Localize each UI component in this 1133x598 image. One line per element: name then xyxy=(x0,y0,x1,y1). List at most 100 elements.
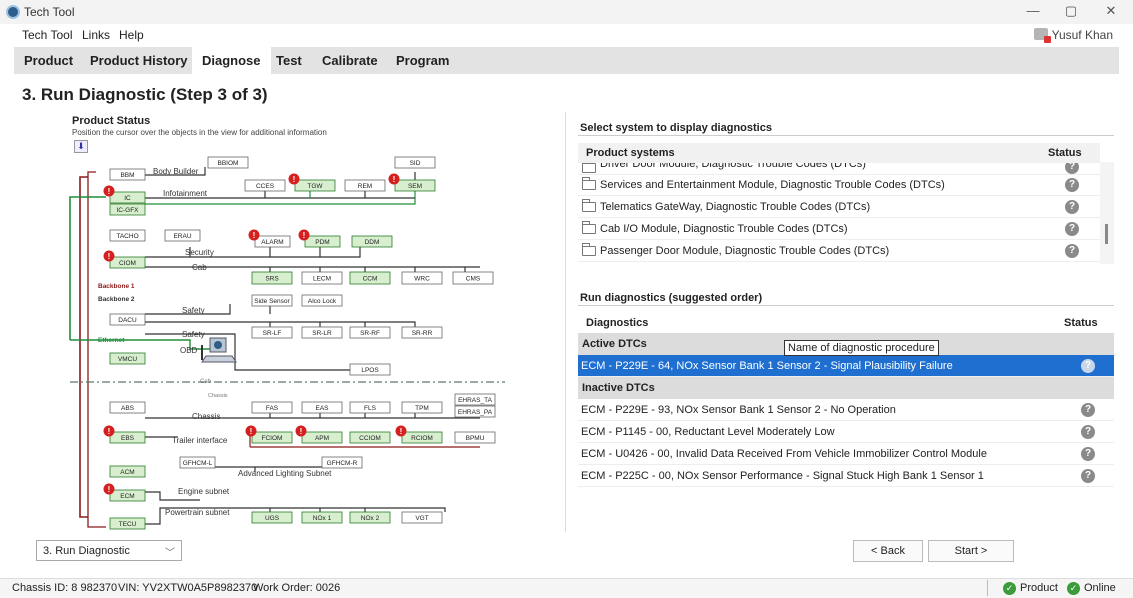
ecu-node-bbiom[interactable]: BBIOM xyxy=(207,156,249,169)
ecu-node-ehras_ta[interactable]: EHRAS_TA xyxy=(454,393,496,406)
dtc-row-inactive[interactable]: ECM - P1145 - 00, Reductant Level Modera… xyxy=(578,421,1114,443)
ecu-node-srrf[interactable]: SR-RF xyxy=(349,326,391,339)
ecu-node-tacho[interactable]: TACHO xyxy=(109,229,146,242)
minimize-button[interactable]: — xyxy=(1018,3,1048,21)
svg-text:EBS: EBS xyxy=(121,435,135,442)
ecu-node-srlf[interactable]: SR-LF xyxy=(251,326,293,339)
ecu-node-srs[interactable]: SRS xyxy=(251,271,293,285)
systems-scrollbar[interactable] xyxy=(1100,162,1114,264)
system-row[interactable]: Services and Entertainment Module, Diagn… xyxy=(578,174,1100,196)
ecu-node-rciom[interactable]: RCIOM xyxy=(401,431,443,444)
dtc-row-inactive[interactable]: ECM - P229E - 93, NOx Sensor Bank 1 Sens… xyxy=(578,399,1114,421)
chevron-down-icon: ﹀ xyxy=(165,548,175,559)
ecu-node-cms[interactable]: CMS xyxy=(452,271,494,285)
laptop-icon[interactable] xyxy=(201,337,237,363)
ecu-node-gfhcml[interactable]: GFHCM-L xyxy=(179,456,216,469)
folder-icon xyxy=(582,177,596,190)
svg-text:LPOS: LPOS xyxy=(361,367,379,374)
menu-links[interactable]: Links xyxy=(82,28,110,42)
dtc-row-inactive[interactable]: ECM - P225C - 00, NOx Sensor Performance… xyxy=(578,465,1114,487)
maximize-button[interactable]: ▢ xyxy=(1056,3,1086,21)
ecu-node-nox1[interactable]: NOx 1 xyxy=(301,511,343,524)
ecu-node-apm[interactable]: APM xyxy=(301,431,343,444)
panel-splitter[interactable] xyxy=(565,112,568,532)
menu-help[interactable]: Help xyxy=(119,28,144,42)
ecu-node-ecm[interactable]: ECM xyxy=(109,489,146,502)
ecu-node-ccm[interactable]: CCM xyxy=(349,271,391,285)
dtc-row-active-selected[interactable]: ECM - P229E - 64, NOx Sensor Bank 1 Sens… xyxy=(578,355,1114,377)
tab-product[interactable]: Product xyxy=(14,47,83,74)
svg-text:NOx 2: NOx 2 xyxy=(361,515,380,522)
ecu-node-gfhcmr[interactable]: GFHCM-R xyxy=(321,456,363,469)
ecu-node-ebs[interactable]: EBS xyxy=(109,431,146,444)
dtc-row-inactive[interactable]: ECM - U0426 - 00, Invalid Data Received … xyxy=(578,443,1114,465)
status-question-icon: ? xyxy=(1065,244,1079,258)
subnet-label: Advanced Lighting Subnet xyxy=(238,469,332,478)
system-row[interactable]: Cab I/O Module, Diagnostic Trouble Codes… xyxy=(578,218,1100,240)
status-question-icon: ? xyxy=(1081,425,1095,439)
chassis-id: Chassis ID: 8 982370 xyxy=(12,582,118,594)
ecu-node-cces[interactable]: CCES xyxy=(244,179,286,192)
back-button[interactable]: < Back xyxy=(853,540,923,562)
tab-test[interactable]: Test xyxy=(266,47,312,74)
ecu-node-sid[interactable]: SID xyxy=(394,156,436,169)
ecu-node-fls[interactable]: FLS xyxy=(349,401,391,414)
tab-product-history[interactable]: Product History xyxy=(80,47,198,74)
ecu-node-fas[interactable]: FAS xyxy=(251,401,293,414)
ecu-node-icgfx[interactable]: IC-GFX xyxy=(109,203,146,216)
ecu-node-rem[interactable]: REM xyxy=(344,179,386,192)
ecu-node-ugs[interactable]: UGS xyxy=(251,511,293,524)
ecu-node-srlr[interactable]: SR-LR xyxy=(301,326,343,339)
tab-program[interactable]: Program xyxy=(386,47,459,74)
col-status: Status xyxy=(1048,147,1082,159)
step-select[interactable]: 3. Run Diagnostic ﹀ xyxy=(36,540,182,561)
menu-bar: Tech Tool Links Help Yusuf Khan xyxy=(0,24,1133,46)
user-notification-icon[interactable] xyxy=(1034,28,1051,43)
system-row[interactable]: Passenger Door Module, Diagnostic Troubl… xyxy=(578,240,1100,262)
ecu-node-wrc[interactable]: WRC xyxy=(401,271,443,285)
ecu-node-cciom[interactable]: CCIOM xyxy=(349,431,391,444)
menu-tech-tool[interactable]: Tech Tool xyxy=(22,28,72,42)
ecu-node-lecm[interactable]: LECM xyxy=(301,271,343,285)
svg-text:SR-RF: SR-RF xyxy=(360,330,380,337)
bus-line xyxy=(145,247,361,258)
ecu-node-srrr[interactable]: SR-RR xyxy=(401,326,443,339)
ecu-node-alco_lock[interactable]: Alco Lock xyxy=(301,294,343,307)
ecu-node-vgt[interactable]: VGT xyxy=(401,511,443,524)
ecu-node-acm[interactable]: ACM xyxy=(109,465,146,478)
ecu-node-fciom[interactable]: FCIOM xyxy=(251,431,293,444)
ecu-node-vmcu[interactable]: VMCU xyxy=(109,352,146,365)
ecu-node-tgw[interactable]: TGW xyxy=(294,179,336,192)
ecu-node-bpmu[interactable]: BPMU xyxy=(454,431,496,444)
ecu-node-ic[interactable]: IC xyxy=(109,191,146,204)
system-row[interactable]: Telematics GateWay, Diagnostic Trouble C… xyxy=(578,196,1100,218)
window-title: Tech Tool xyxy=(24,5,75,19)
ecu-node-sem[interactable]: SEM xyxy=(394,179,436,192)
svg-text:DDM: DDM xyxy=(365,239,380,246)
scrollbar-thumb[interactable] xyxy=(1105,224,1108,244)
subnet-label: Body Builder xyxy=(153,167,199,176)
ecu-node-side_sensor[interactable]: Side Sensor xyxy=(251,294,293,307)
ecu-node-dacu[interactable]: DACU xyxy=(109,313,146,326)
diagnostics-section-title: Run diagnostics (suggested order) xyxy=(580,292,763,304)
start-button[interactable]: Start > xyxy=(928,540,1014,562)
ecu-node-ciom[interactable]: CIOM xyxy=(109,256,146,269)
tab-calibrate[interactable]: Calibrate xyxy=(312,47,388,74)
ecu-node-pdm[interactable]: PDM xyxy=(304,235,341,248)
ecu-node-bbm[interactable]: BBM xyxy=(109,168,146,181)
user-name[interactable]: Yusuf Khan xyxy=(1052,28,1113,42)
ecu-node-alarm[interactable]: ALARM xyxy=(254,235,291,248)
ecu-node-ddm[interactable]: DDM xyxy=(351,235,393,248)
ecu-node-tpm[interactable]: TPM xyxy=(401,401,443,414)
ecu-node-tecu[interactable]: TECU xyxy=(109,517,146,530)
tab-diagnose[interactable]: Diagnose xyxy=(192,47,271,74)
ecu-node-eas[interactable]: EAS xyxy=(301,401,343,414)
folder-icon xyxy=(582,221,596,234)
ecu-node-abs[interactable]: ABS xyxy=(109,401,146,414)
ecu-node-lpos[interactable]: LPOS xyxy=(349,363,391,376)
ecu-node-nox2[interactable]: NOx 2 xyxy=(349,511,391,524)
ecu-node-erau[interactable]: ERAU xyxy=(164,229,201,242)
close-button[interactable]: ✕ xyxy=(1096,3,1126,21)
download-icon[interactable]: ⬇ xyxy=(74,140,88,153)
ecu-node-ehras_pa[interactable]: EHRAS_PA xyxy=(454,405,496,418)
